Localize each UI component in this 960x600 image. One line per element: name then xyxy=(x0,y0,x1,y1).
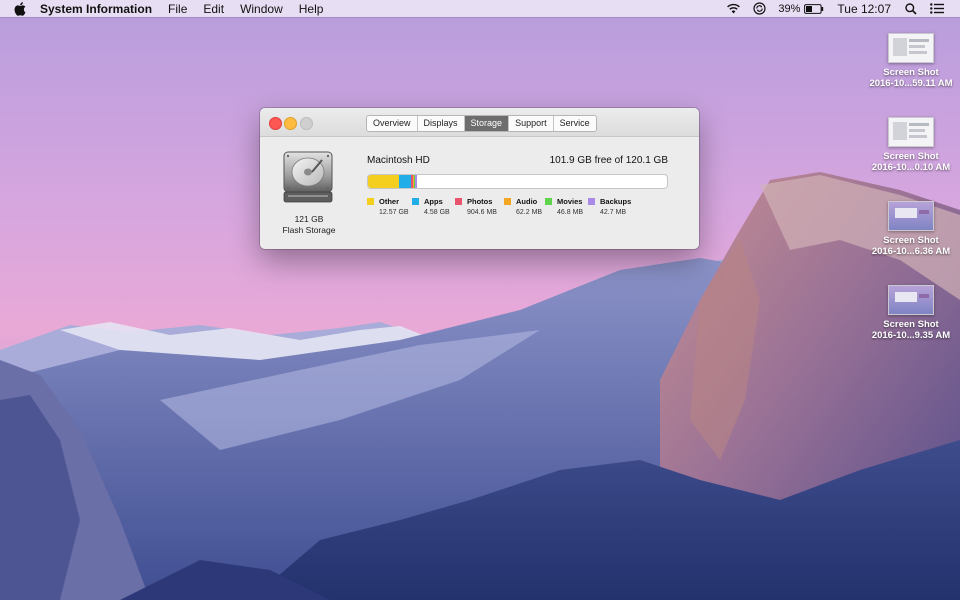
menu-edit[interactable]: Edit xyxy=(203,2,224,16)
volume-name: Macintosh HD xyxy=(367,155,430,166)
apple-icon[interactable] xyxy=(14,1,28,16)
legend-item-apps: Apps 4.58 GB xyxy=(412,197,450,216)
tab-storage[interactable]: Storage xyxy=(464,116,510,131)
legend-item-audio: Audio 62.2 MB xyxy=(504,197,542,216)
storage-usage-bar[interactable] xyxy=(367,174,668,189)
desktop-file-name: Screen Shot xyxy=(883,151,939,162)
desktop-file-date: 2016-10...6.36 AM xyxy=(871,246,951,257)
tab-overview[interactable]: Overview xyxy=(367,116,418,131)
screenshot-thumbnail-icon xyxy=(888,33,934,63)
legend-item-backups: Backups 42.7 MB xyxy=(588,197,631,216)
tab-displays[interactable]: Displays xyxy=(417,116,465,131)
wifi-icon[interactable] xyxy=(726,3,741,14)
tab-service[interactable]: Service xyxy=(553,116,596,131)
screenshot-thumbnail-icon xyxy=(888,285,934,315)
notification-center-icon[interactable] xyxy=(930,3,944,14)
legend-swatch xyxy=(588,198,595,205)
menu-file[interactable]: File xyxy=(168,2,187,16)
battery-icon[interactable] xyxy=(804,3,824,14)
desktop-file-name: Screen Shot xyxy=(883,319,939,330)
legend-label: Movies xyxy=(557,197,583,206)
desktop-file-screenshot-3[interactable]: Screen Shot 2016-10...6.36 AM xyxy=(863,201,959,257)
legend-label: Photos xyxy=(467,197,493,206)
legend-heading: Audio xyxy=(504,197,542,206)
legend-size: 904.6 MB xyxy=(467,209,497,216)
screenshot-thumbnail-icon xyxy=(888,201,934,231)
menu-clock[interactable]: Tue 12:07 xyxy=(837,2,891,16)
legend-label: Backups xyxy=(600,197,632,206)
desktop-file-name: Screen Shot xyxy=(883,235,939,246)
menu-bar: System Information File Edit Window Help… xyxy=(0,0,960,17)
volume-free-space: 101.9 GB free of 120.1 GB xyxy=(549,155,668,166)
legend-size: 46.8 MB xyxy=(557,209,584,216)
legend-swatch xyxy=(412,198,419,205)
drive-caption: 121 GB Flash Storage xyxy=(260,214,358,236)
legend-size: 62.2 MB xyxy=(516,209,543,216)
zoom-button[interactable] xyxy=(300,117,313,130)
desktop-file-screenshot-4[interactable]: Screen Shot 2016-10...9.35 AM xyxy=(863,285,959,341)
legend-swatch xyxy=(455,198,462,205)
desktop-file-date: 2016-10...9.35 AM xyxy=(871,330,951,341)
legend-swatch xyxy=(504,198,511,205)
desktop-file-name: Screen Shot xyxy=(883,67,939,78)
legend-item-other: Other 12.57 GB xyxy=(367,197,409,216)
drive-type: Flash Storage xyxy=(282,225,336,235)
legend-item-photos: Photos 904.6 MB xyxy=(455,197,497,216)
battery-percent[interactable]: 39% xyxy=(778,3,800,15)
legend-size: 42.7 MB xyxy=(600,209,627,216)
legend-heading: Other xyxy=(367,197,409,206)
menu-app-name[interactable]: System Information xyxy=(40,2,152,16)
sync-icon[interactable] xyxy=(753,2,766,15)
legend-label: Apps xyxy=(424,197,443,206)
minimize-button[interactable] xyxy=(284,117,297,130)
legend-heading: Movies xyxy=(545,197,583,206)
legend-label: Other xyxy=(379,197,400,206)
legend-swatch xyxy=(545,198,552,205)
desktop-file-screenshot-1[interactable]: Screen Shot 2016-10...59.11 AM xyxy=(863,33,959,89)
window-titlebar[interactable]: Overview Displays Storage Support Servic… xyxy=(260,108,699,137)
drive-capacity: 121 GB xyxy=(294,214,324,224)
system-information-window: Overview Displays Storage Support Servic… xyxy=(260,108,699,249)
usage-segment-apps xyxy=(399,175,411,188)
storage-panel: 121 GB Flash Storage Macintosh HD 101.9 … xyxy=(260,137,699,249)
menu-help[interactable]: Help xyxy=(299,2,324,16)
legend-heading: Photos xyxy=(455,197,497,206)
legend-heading: Backups xyxy=(588,197,631,206)
legend-item-movies: Movies 46.8 MB xyxy=(545,197,583,216)
menu-window[interactable]: Window xyxy=(240,2,283,16)
legend-size: 4.58 GB xyxy=(424,209,450,216)
usage-segment-backups xyxy=(415,175,417,188)
desktop-file-date: 2016-10...0.10 AM xyxy=(871,162,951,173)
spotlight-icon[interactable] xyxy=(905,2,917,15)
legend-heading: Apps xyxy=(412,197,450,206)
legend-swatch xyxy=(367,198,374,205)
tab-support[interactable]: Support xyxy=(509,116,554,131)
hard-drive-icon xyxy=(282,150,334,206)
legend-size: 12.57 GB xyxy=(379,209,409,216)
close-button[interactable] xyxy=(269,117,282,130)
desktop-wallpaper xyxy=(0,0,960,600)
tab-bar: Overview Displays Storage Support Servic… xyxy=(366,115,597,132)
screenshot-thumbnail-icon xyxy=(888,117,934,147)
desktop-file-screenshot-2[interactable]: Screen Shot 2016-10...0.10 AM xyxy=(863,117,959,173)
legend-label: Audio xyxy=(516,197,538,206)
usage-segment-other xyxy=(368,175,400,188)
desktop-file-date: 2016-10...59.11 AM xyxy=(869,78,953,89)
